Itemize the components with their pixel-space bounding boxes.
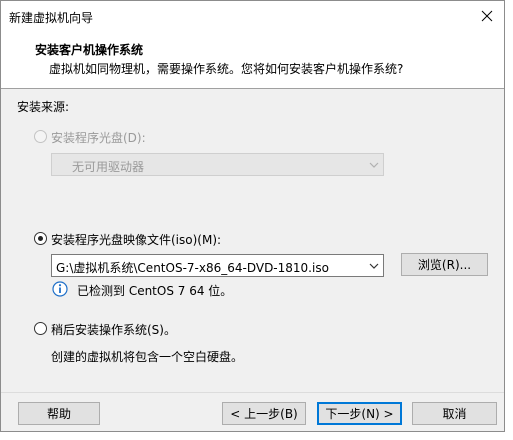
next-button[interactable]: 下一步(N) >: [317, 402, 402, 425]
chevron-down-icon: [369, 162, 379, 168]
iso-path-value: G:\虚拟机系统\CentOS-7-x86_64-DVD-1810.iso: [56, 261, 329, 275]
cancel-button[interactable]: 取消: [412, 402, 497, 425]
install-later-label: 稍后安装操作系统(S)。: [51, 323, 176, 337]
iso-path-combo[interactable]: G:\虚拟机系统\CentOS-7-x86_64-DVD-1810.iso: [51, 254, 384, 277]
disc-drive-value: 无可用驱动器: [72, 160, 145, 174]
footer-divider: [1, 392, 504, 393]
help-button[interactable]: 帮助: [18, 402, 100, 425]
radio-iso-image[interactable]: [34, 232, 47, 245]
browse-button[interactable]: 浏览(R)...: [401, 253, 488, 276]
radio-installer-disc[interactable]: [34, 130, 47, 143]
info-icon: [52, 281, 68, 297]
new-vm-wizard-window: 新建虚拟机向导 安装客户机操作系统 虚拟机如同物理机，需要操作系统。您将如何安装…: [0, 0, 505, 432]
header-title: 安装客户机操作系统: [35, 43, 144, 57]
detected-os-text: 已检测到 CentOS 7 64 位。: [77, 284, 233, 298]
source-label: 安装来源:: [17, 100, 70, 114]
installer-disc-label: 安装程序光盘(D):: [51, 131, 146, 145]
title-bar: 新建虚拟机向导: [1, 1, 504, 31]
radio-install-later[interactable]: [34, 322, 47, 335]
close-icon: [481, 10, 493, 22]
chevron-down-icon: [369, 263, 379, 269]
disc-drive-select[interactable]: 无可用驱动器: [51, 153, 384, 176]
wizard-body: 安装来源: 安装程序光盘(D): 无可用驱动器 安装程序光盘映像文件(iso)(…: [1, 90, 504, 392]
close-button[interactable]: [470, 1, 504, 31]
header-subtitle: 虚拟机如同物理机，需要操作系统。您将如何安装客户机操作系统?: [49, 62, 404, 76]
install-later-description: 创建的虚拟机将包含一个空白硬盘。: [51, 350, 244, 364]
back-button[interactable]: < 上一步(B): [222, 402, 306, 425]
window-title: 新建虚拟机向导: [9, 11, 94, 25]
iso-image-label: 安装程序光盘映像文件(iso)(M):: [51, 233, 222, 247]
wizard-header: 安装客户机操作系统 虚拟机如同物理机，需要操作系统。您将如何安装客户机操作系统?: [1, 31, 504, 89]
